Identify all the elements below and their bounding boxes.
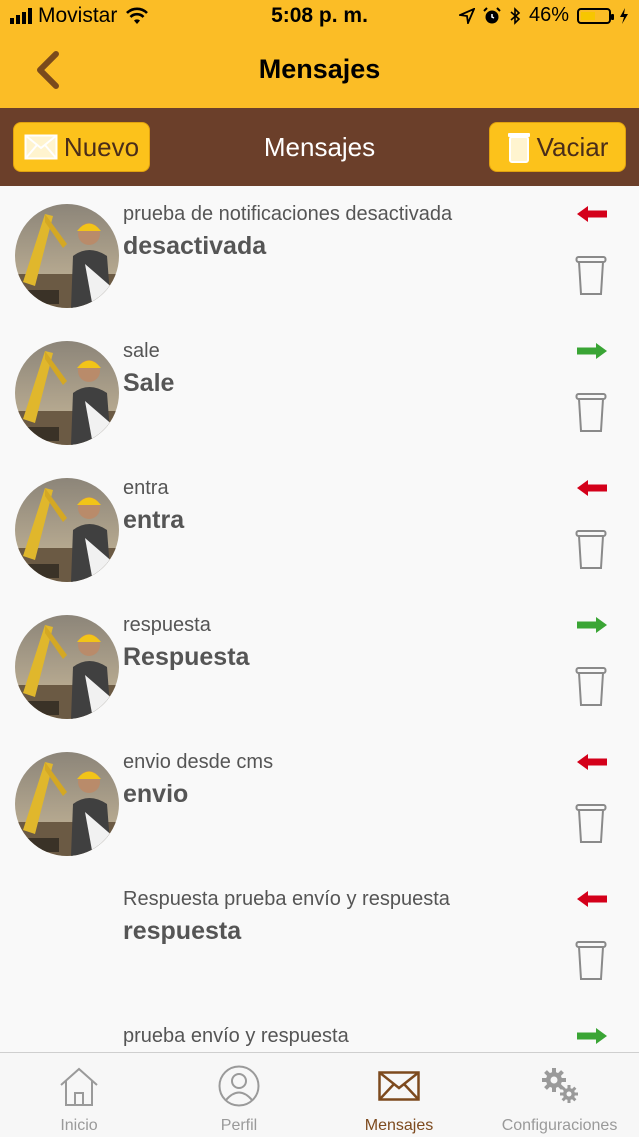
profile-icon [218,1065,260,1107]
gears-icon [541,1068,578,1103]
tab-label: Perfil [220,1117,258,1134]
arrow-left-icon [577,480,607,496]
alarm-icon [483,6,501,23]
arrow-right-icon [577,1028,607,1044]
message-title: entra [123,506,185,534]
navigation-bar: Mensajes [0,32,639,108]
battery-percent: 46% [528,4,569,26]
avatar [15,341,119,445]
arrow-right-icon [577,343,607,359]
message-title: desactivada [123,232,267,260]
trash-icon [507,133,530,163]
tab-perfil[interactable]: Perfil [160,1053,318,1137]
delete-message-icon[interactable] [575,254,607,296]
message-row[interactable]: Respuesta prueba envío y respuesta respue… [0,871,639,1008]
battery-icon [577,7,614,24]
arrow-left-icon [577,891,607,907]
message-title: Sale [123,369,175,397]
avatar [15,478,119,582]
home-icon [60,1067,98,1106]
message-subtitle: sale [123,340,160,362]
message-row[interactable]: respuesta Respuesta [0,597,639,734]
tab-label: Inicio [60,1117,98,1134]
message-title: Respuesta [123,643,250,671]
message-title: envio [123,780,189,808]
message-row[interactable]: prueba envío y respuesta [0,1008,639,1052]
arrow-right-icon [577,617,607,633]
tab-label: Mensajes [364,1117,434,1134]
message-subtitle: respuesta [123,614,211,636]
avatar [15,204,119,308]
message-row[interactable]: prueba de notificaciones desactivada desa… [0,186,639,323]
delete-message-icon[interactable] [575,939,607,981]
delete-message-icon[interactable] [575,528,607,570]
message-row[interactable]: envio desde cms envio [0,734,639,871]
message-list[interactable]: prueba de notificaciones desactivada desa… [0,186,639,1052]
message-title: respuesta [123,917,242,945]
message-subtitle: Respuesta prueba envío y respuesta [123,888,450,910]
message-subtitle: envio desde cms [123,751,274,773]
tab-inicio[interactable]: Inicio [0,1053,158,1137]
message-subtitle: prueba envío y respuesta [123,1025,349,1047]
arrow-left-icon [577,754,607,770]
delete-message-icon[interactable] [575,391,607,433]
message-subtitle: prueba de notificaciones desactivada [123,203,453,225]
status-bar: Movistar 5:08 p. m. 46% [0,0,639,32]
clear-messages-button[interactable]: Vaciar [489,122,626,172]
avatar [15,615,119,719]
clear-messages-label: Vaciar [536,131,609,162]
tab-label: Configuraciones [501,1117,618,1134]
delete-message-icon[interactable] [575,802,607,844]
avatar [15,752,119,856]
location-icon [458,7,475,24]
messages-toolbar: Nuevo Mensajes Vaciar [0,108,639,186]
tab-bar: Inicio Perfil Mensajes Configuraciones [0,1052,639,1137]
delete-message-icon[interactable] [575,665,607,707]
arrow-left-icon [577,206,607,222]
charging-icon [620,7,628,24]
tab-mensajes[interactable]: Mensajes [320,1053,478,1137]
message-subtitle: entra [123,477,169,499]
tab-configuraciones[interactable]: Configuraciones [480,1053,639,1137]
page-title: Mensajes [258,54,381,84]
message-row[interactable]: entra entra [0,460,639,597]
message-row[interactable]: sale Sale [0,323,639,460]
bluetooth-icon [510,6,521,25]
status-icons: 46% [458,4,629,27]
envelope-icon [378,1071,420,1101]
